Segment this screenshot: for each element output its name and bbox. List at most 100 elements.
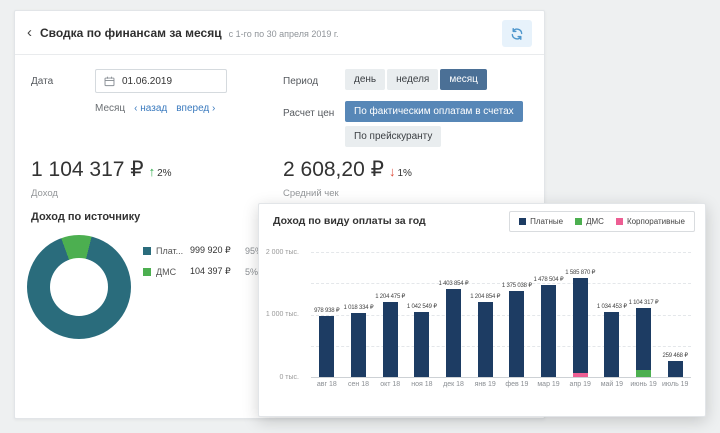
bar-value-label: 1 034 453 ₽ [597, 303, 627, 310]
avg-check-down-arrow-icon: ↓ [389, 164, 396, 179]
month-back-link[interactable]: ‹ назад [134, 103, 167, 114]
income-stat-label: Доход [31, 188, 172, 199]
bar-column[interactable]: 1 585 870 ₽ [564, 252, 596, 377]
bar-segment-paid [541, 285, 556, 377]
bar-column[interactable]: 1 042 549 ₽ [406, 252, 438, 377]
legend-item-label: Платные [530, 217, 563, 226]
bar-column[interactable]: 1 375 038 ₽ [501, 252, 533, 377]
month-navigation: Месяц ‹ назад вперед › [95, 103, 215, 114]
legend-item-paid[interactable]: Платные [519, 217, 563, 226]
bar-column[interactable]: 1 034 453 ₽ [596, 252, 628, 377]
pricing-pricelist-button[interactable]: По прейскуранту [345, 126, 441, 147]
x-axis-label: июль 19 [659, 381, 691, 388]
month-nav-label: Месяц [95, 103, 125, 114]
month-forward-link[interactable]: вперед › [176, 103, 215, 114]
x-axis-label: янв 19 [469, 381, 501, 388]
calendar-icon [104, 76, 115, 87]
bar-column[interactable]: 1 104 317 ₽ [628, 252, 660, 377]
income-stat: 1 104 317 ₽ ↑ 2% Доход [31, 157, 172, 199]
bar-value-label: 1 018 334 ₽ [344, 304, 374, 311]
bar-segment-paid [446, 289, 461, 377]
bar-segment-corp [573, 373, 588, 377]
legend-item-dms[interactable]: ДМС [575, 217, 604, 226]
bar-value-label: 1 403 854 ₽ [439, 280, 469, 287]
bar-segment-paid [319, 316, 334, 377]
period-day-button[interactable]: день [345, 69, 385, 90]
bar-segment-paid [478, 302, 493, 377]
y-tick-label: 0 тыс. [279, 374, 299, 381]
avg-check-stat-label: Средний чек [283, 188, 412, 199]
x-axis-label: ноя 18 [406, 381, 438, 388]
bar-chart: 978 938 ₽ 1 018 334 ₽1 204 475 ₽1 042 549… [311, 252, 691, 388]
bar-value-label: 1 585 870 ₽ [565, 269, 595, 276]
legend-item-corporate[interactable]: Корпоративные [616, 217, 685, 226]
bar-value-label: 1 104 317 ₽ [629, 299, 659, 306]
donut-chart[interactable] [27, 235, 131, 339]
y-axis-labels: 2 000 тыс. 1 000 тыс. 0 тыс. [259, 252, 305, 378]
period-toggle-group: день неделя месяц [345, 69, 487, 90]
period-month-button[interactable]: месяц [440, 69, 487, 90]
x-axis-label: апр 19 [564, 381, 596, 388]
x-axis-label: мар 19 [533, 381, 565, 388]
bar-segment-dms [636, 370, 651, 377]
y-tick-label: 2 000 тыс. [266, 249, 299, 256]
date-input[interactable]: 01.06.2019 [95, 69, 227, 93]
pricing-label: Расчет цен [283, 108, 334, 119]
bar-column[interactable]: 1 018 334 ₽ [343, 252, 375, 377]
bar-column[interactable]: 1 403 854 ₽ [438, 252, 470, 377]
dms-swatch-icon [143, 268, 151, 276]
x-axis-label: фев 19 [501, 381, 533, 388]
back-icon[interactable]: ‹ [27, 25, 32, 40]
bar-segment-paid [509, 291, 524, 377]
x-axis-label: окт 18 [374, 381, 406, 388]
avg-check-value: 2 608,20 ₽ [283, 157, 384, 182]
yearly-income-card: Доход по виду оплаты за год Платные ДМС … [258, 203, 706, 417]
bar-column[interactable]: 1 204 475 ₽ [374, 252, 406, 377]
legend-label: ДМС [156, 267, 190, 277]
legend-item-label: Корпоративные [627, 217, 685, 226]
x-axis-label: сен 18 [343, 381, 375, 388]
bar-segment-paid [351, 313, 366, 377]
bar-value-label: 1 478 504 ₽ [534, 276, 564, 283]
legend-label: Плат... [156, 246, 190, 256]
period-label: Период [283, 76, 318, 87]
bar-plot: 978 938 ₽ 1 018 334 ₽1 204 475 ₽1 042 549… [311, 252, 691, 378]
donut-hole [50, 258, 108, 316]
avg-check-stat: 2 608,20 ₽ ↓ 1% Средний чек [283, 157, 412, 199]
income-change: 2% [157, 168, 171, 179]
bar-segment-paid [604, 312, 619, 377]
paid-swatch-icon [519, 218, 526, 225]
bar-value-label: 259 468 ₽ [663, 352, 688, 359]
bar-value-label: 1 042 549 ₽ [407, 303, 437, 310]
pricing-toggle-group: По фактическим оплатам в счетах По прейс… [345, 101, 523, 147]
refresh-icon [510, 27, 524, 41]
income-value: 1 104 317 ₽ [31, 157, 144, 182]
yearly-chart-legend: Платные ДМС Корпоративные [509, 211, 695, 232]
refresh-button[interactable] [502, 20, 532, 47]
paid-swatch-icon [143, 247, 151, 255]
income-by-source-title: Доход по источнику [31, 211, 140, 223]
pricing-actual-payments-button[interactable]: По фактическим оплатам в счетах [345, 101, 523, 122]
date-label: Дата [31, 76, 53, 87]
bar-segment-paid [668, 361, 683, 377]
period-week-button[interactable]: неделя [387, 69, 438, 90]
bar-value-label: 978 938 ₽ [314, 307, 339, 314]
legend-value: 104 397 ₽ [190, 266, 245, 277]
bar-column[interactable]: 978 938 ₽ [311, 252, 343, 377]
bar-column[interactable]: 259 468 ₽ [659, 252, 691, 377]
bar-segment-paid [383, 302, 398, 377]
date-value: 01.06.2019 [122, 76, 172, 87]
x-axis-label: июнь 19 [628, 381, 660, 388]
card-header: ‹ Сводка по финансам за месяц с 1-го по … [15, 11, 544, 55]
legend-value: 999 920 ₽ [190, 245, 245, 256]
yearly-chart-title: Доход по виду оплаты за год [273, 215, 426, 227]
x-axis-labels: авг 18сен 18окт 18ноя 18дек 18янв 19фев … [311, 381, 691, 388]
page-title: Сводка по финансам за месяц [40, 26, 222, 40]
bar-value-label: 1 204 854 ₽ [470, 293, 500, 300]
bar-column[interactable]: 1 204 854 ₽ [469, 252, 501, 377]
bar-value-label: 1 204 475 ₽ [375, 293, 405, 300]
x-axis-label: май 19 [596, 381, 628, 388]
bar-segment-paid [636, 308, 651, 370]
bar-column[interactable]: 1 478 504 ₽ [533, 252, 565, 377]
corporate-swatch-icon [616, 218, 623, 225]
